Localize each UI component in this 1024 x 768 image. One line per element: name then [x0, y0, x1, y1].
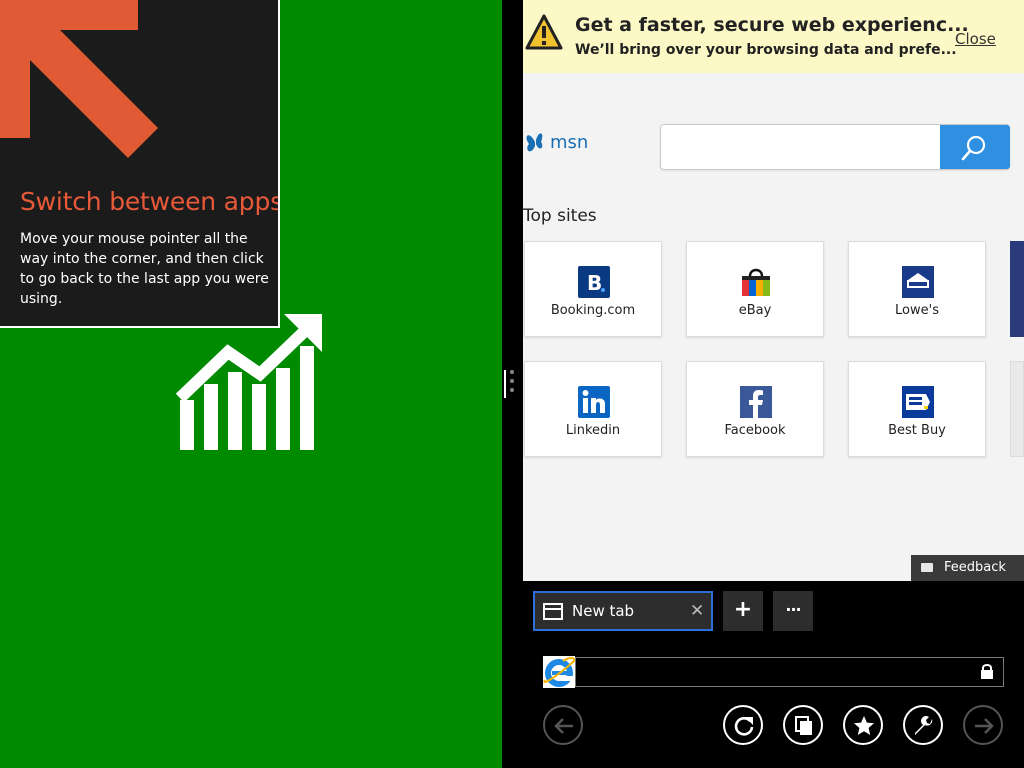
tile-label: Booking.com	[550, 303, 636, 318]
tip-body: Move your mouse pointer all the way into…	[20, 231, 269, 307]
booking-icon: B	[578, 266, 610, 298]
notification-close-link[interactable]: Close	[955, 30, 996, 48]
top-sites-heading: Top sites	[523, 206, 597, 226]
notification-bar: Get a faster, secure web experienc... We…	[523, 0, 1024, 73]
new-tab-button[interactable]: +	[723, 591, 763, 631]
lowes-icon	[902, 266, 934, 298]
top-site-tile-ebay[interactable]: eBay	[686, 241, 824, 337]
more-icon: ···	[785, 600, 801, 619]
browser-app-bar: New tab ✕ + ···	[523, 581, 1024, 768]
wrench-icon	[915, 716, 933, 735]
top-site-tile-partial[interactable]	[1010, 361, 1024, 457]
finance-chart-logo-icon	[176, 314, 322, 450]
address-input[interactable]	[575, 657, 1004, 687]
warning-icon	[525, 14, 563, 50]
search-input[interactable]	[661, 125, 939, 169]
top-site-tile-lowes[interactable]: Lowe's	[848, 241, 986, 337]
star-icon	[854, 716, 874, 735]
app-splitter[interactable]	[502, 0, 523, 768]
tile-label: Linkedin	[565, 423, 621, 438]
tabs-button[interactable]	[783, 705, 823, 745]
feedback-label: Feedback	[944, 560, 1006, 575]
finance-app-pane[interactable]: Switch between apps Move your mouse poin…	[0, 0, 502, 768]
top-site-tile-facebook[interactable]: Facebook	[686, 361, 824, 457]
plus-icon: +	[733, 597, 753, 622]
ebay-bag-icon	[742, 268, 770, 296]
msn-label: msn	[550, 132, 589, 153]
grip-dots-icon[interactable]	[510, 370, 515, 398]
page-tools-button[interactable]	[903, 705, 943, 745]
address-bar[interactable]	[543, 656, 1004, 688]
tile-label: Facebook	[724, 423, 786, 438]
tab-options-button[interactable]: ···	[773, 591, 813, 631]
best-buy-icon	[902, 386, 934, 418]
refresh-icon	[734, 717, 754, 736]
arrow-up-left-icon	[0, 0, 158, 158]
search-icon	[961, 135, 986, 161]
search-button[interactable]	[940, 125, 1010, 169]
arrow-right-icon	[975, 718, 994, 734]
search-box[interactable]	[660, 124, 1010, 170]
top-site-tile-partial[interactable]	[1010, 241, 1024, 337]
tabs-icon	[795, 716, 812, 735]
feedback-icon	[921, 563, 933, 572]
splitter-handle[interactable]	[504, 370, 506, 398]
internet-explorer-icon	[543, 656, 575, 688]
feedback-button[interactable]: Feedback	[911, 555, 1024, 581]
top-site-tile-linkedin[interactable]: Linkedin	[524, 361, 662, 457]
tip-title: Switch between apps	[20, 187, 280, 216]
back-button[interactable]	[543, 705, 583, 745]
notification-title: Get a faster, secure web experienc...	[575, 14, 969, 36]
tile-label: eBay	[738, 303, 772, 318]
page-icon	[543, 603, 563, 620]
svg-text:B: B	[587, 271, 602, 295]
refresh-button[interactable]	[723, 705, 763, 745]
tile-label: Lowe's	[895, 303, 939, 318]
facebook-icon	[740, 386, 772, 418]
tab-label: New tab	[572, 602, 635, 620]
msn-butterfly-icon	[526, 133, 543, 152]
top-site-tile-booking[interactable]: B Booking.com	[524, 241, 662, 337]
tab-new-tab[interactable]: New tab ✕	[533, 591, 713, 631]
forward-button[interactable]	[963, 705, 1003, 745]
arrow-left-icon	[554, 718, 573, 734]
lock-icon	[981, 664, 993, 679]
favorites-button[interactable]	[843, 705, 883, 745]
notification-subtitle: We’ll bring over your browsing data and …	[575, 42, 957, 58]
close-icon[interactable]: ✕	[690, 601, 704, 621]
top-site-tile-best-buy[interactable]: Best Buy	[848, 361, 986, 457]
linkedin-icon	[578, 386, 610, 418]
tip-callout: Switch between apps Move your mouse poin…	[0, 0, 280, 328]
tile-label: Best Buy	[888, 423, 946, 438]
browser-pane[interactable]: Get a faster, secure web experienc... We…	[523, 0, 1024, 768]
